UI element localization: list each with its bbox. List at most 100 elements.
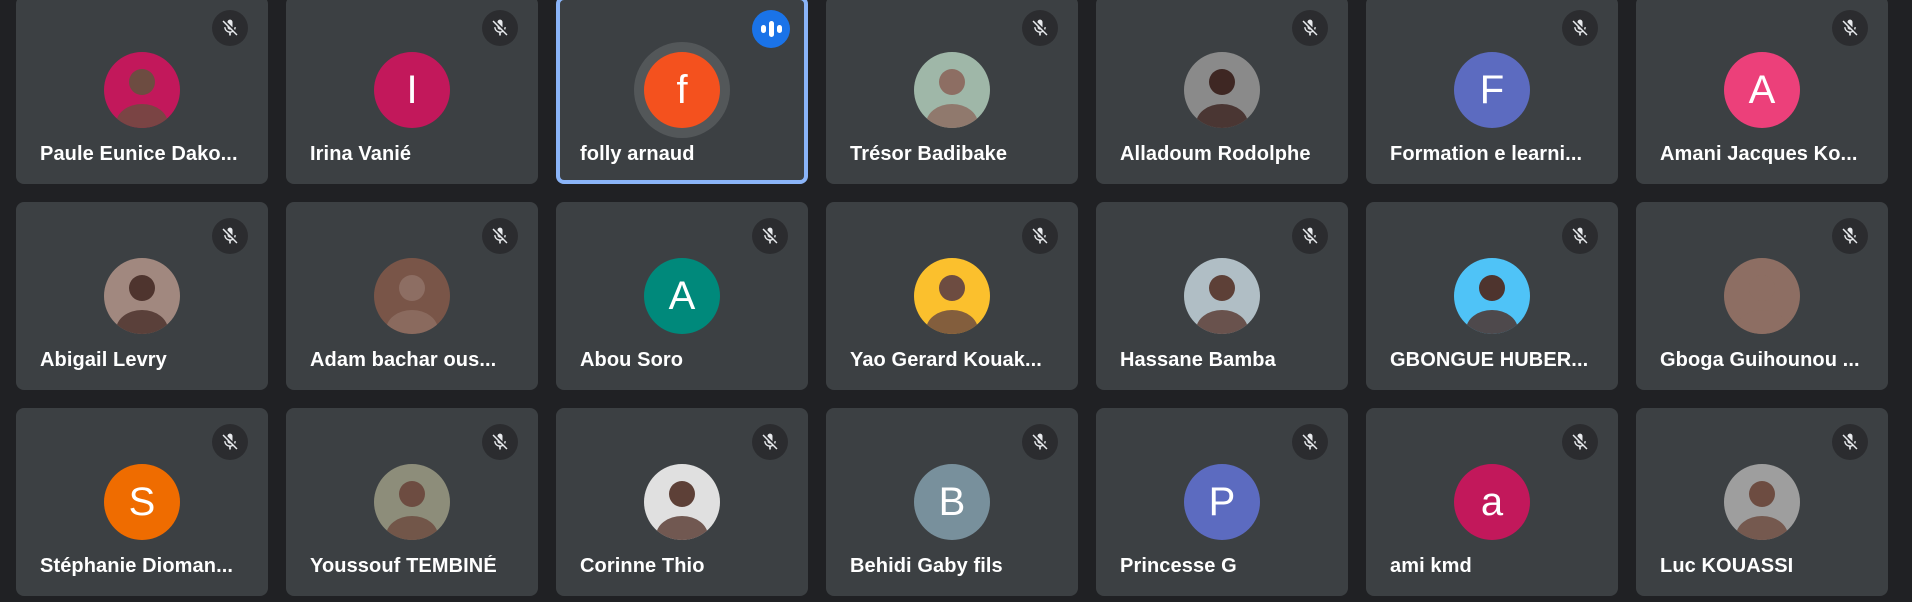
avatar: f xyxy=(644,52,720,128)
participant-tile[interactable]: A Amani Jacques Ko... xyxy=(1636,0,1888,184)
mic-off-icon xyxy=(1292,424,1328,460)
mic-off-icon xyxy=(1832,424,1868,460)
participant-name: Formation e learni... xyxy=(1390,143,1583,165)
avatar: a xyxy=(1454,464,1530,540)
mic-off-icon xyxy=(482,10,518,46)
avatar-photo xyxy=(1184,52,1260,128)
mic-off-icon xyxy=(1292,10,1328,46)
avatar: I xyxy=(374,52,450,128)
avatar xyxy=(1724,464,1800,540)
mic-off-icon xyxy=(482,218,518,254)
participant-tile[interactable]: I Irina Vanié xyxy=(286,0,538,184)
participant-name: GBONGUE HUBER... xyxy=(1390,349,1589,371)
participant-name: Corinne Thio xyxy=(580,555,705,577)
mic-off-icon xyxy=(752,424,788,460)
avatar-initial: F xyxy=(1479,67,1505,112)
mic-off-icon xyxy=(482,424,518,460)
mic-off-icon xyxy=(752,218,788,254)
participant-tile[interactable]: a ami kmd xyxy=(1366,408,1618,596)
participant-name: Amani Jacques Ko... xyxy=(1660,143,1858,165)
participant-name: folly arnaud xyxy=(580,143,695,165)
participant-tile[interactable]: B Behidi Gaby fils xyxy=(826,408,1078,596)
participant-name: Irina Vanié xyxy=(310,143,412,165)
avatar-initial: A xyxy=(1748,67,1776,112)
participant-name: Paule Eunice Dako... xyxy=(40,143,238,165)
avatar-photo xyxy=(1724,258,1800,334)
avatar xyxy=(374,464,450,540)
mic-off-icon xyxy=(1292,218,1328,254)
participant-tile[interactable]: Alladoum Rodolphe xyxy=(1096,0,1348,184)
avatar-photo xyxy=(374,464,450,540)
participant-tile[interactable]: A Abou Soro xyxy=(556,202,808,390)
mic-off-icon xyxy=(212,424,248,460)
participant-tile[interactable]: Corinne Thio xyxy=(556,408,808,596)
avatar-initial: I xyxy=(406,67,418,112)
mic-off-icon xyxy=(1832,218,1868,254)
participant-name: Stéphanie Dioman... xyxy=(40,555,234,577)
participant-tile[interactable]: P Princesse G xyxy=(1096,408,1348,596)
participant-tile[interactable]: Adam bachar ous... xyxy=(286,202,538,390)
mic-off-icon xyxy=(1022,218,1058,254)
participant-name: Trésor Badibake xyxy=(850,143,1008,165)
avatar xyxy=(104,258,180,334)
participant-tile[interactable]: Gboga Guihounou ... xyxy=(1636,202,1888,390)
mic-off-icon xyxy=(1562,218,1598,254)
participant-tile[interactable]: F Formation e learni... xyxy=(1366,0,1618,184)
participant-tile[interactable]: GBONGUE HUBER... xyxy=(1366,202,1618,390)
participant-tile[interactable]: Luc KOUASSI xyxy=(1636,408,1888,596)
participant-tile[interactable]: Youssouf TEMBINÉ xyxy=(286,408,538,596)
avatar-initial: B xyxy=(938,479,966,524)
participant-name: Behidi Gaby fils xyxy=(850,555,1003,577)
avatar-photo xyxy=(1184,258,1260,334)
avatar-initial: a xyxy=(1480,479,1504,524)
avatar-photo xyxy=(104,52,180,128)
avatar xyxy=(104,52,180,128)
avatar-photo xyxy=(1454,258,1530,334)
avatar xyxy=(374,258,450,334)
participant-tile[interactable]: Paule Eunice Dako... xyxy=(16,0,268,184)
avatar: F xyxy=(1454,52,1530,128)
participant-name: Luc KOUASSI xyxy=(1660,555,1794,577)
participant-tile[interactable]: Yao Gerard Kouak... xyxy=(826,202,1078,390)
avatar xyxy=(1454,258,1530,334)
avatar-photo xyxy=(104,258,180,334)
participant-tile[interactable]: Abigail Levry xyxy=(16,202,268,390)
mic-off-icon xyxy=(212,10,248,46)
participant-name: Abou Soro xyxy=(580,349,684,371)
avatar-initial: A xyxy=(668,273,696,318)
avatar: B xyxy=(914,464,990,540)
participant-name: ami kmd xyxy=(1390,555,1472,577)
avatar-initial: P xyxy=(1208,479,1236,524)
avatar-initial: S xyxy=(128,479,156,524)
audio-levels-icon xyxy=(752,10,790,48)
avatar-photo xyxy=(914,52,990,128)
avatar-initial: f xyxy=(676,67,688,112)
avatar-photo xyxy=(1724,464,1800,540)
avatar-photo xyxy=(914,258,990,334)
mic-off-icon xyxy=(1022,424,1058,460)
participant-name: Abigail Levry xyxy=(40,349,167,371)
participant-name: Gboga Guihounou ... xyxy=(1660,349,1860,371)
participant-tile[interactable]: Hassane Bamba xyxy=(1096,202,1348,390)
avatar xyxy=(914,52,990,128)
participant-tile[interactable]: f folly arnaud xyxy=(556,0,808,184)
participant-name: Yao Gerard Kouak... xyxy=(850,349,1042,371)
participant-name: Princesse G xyxy=(1120,555,1237,577)
avatar xyxy=(1724,258,1800,334)
participant-tile[interactable]: Trésor Badibake xyxy=(826,0,1078,184)
mic-off-icon xyxy=(1562,10,1598,46)
participant-tile[interactable]: S Stéphanie Dioman... xyxy=(16,408,268,596)
participant-name: Adam bachar ous... xyxy=(310,349,497,371)
avatar-photo xyxy=(374,258,450,334)
participant-grid: Paule Eunice Dako... I Irina Vanié f folly a… xyxy=(0,0,1912,602)
mic-off-icon xyxy=(1022,10,1058,46)
avatar: A xyxy=(644,258,720,334)
avatar: P xyxy=(1184,464,1260,540)
participant-name: Alladoum Rodolphe xyxy=(1120,143,1311,165)
avatar: A xyxy=(1724,52,1800,128)
avatar xyxy=(644,464,720,540)
avatar xyxy=(1184,52,1260,128)
participant-name: Hassane Bamba xyxy=(1120,349,1276,371)
avatar xyxy=(914,258,990,334)
avatar-photo xyxy=(644,464,720,540)
